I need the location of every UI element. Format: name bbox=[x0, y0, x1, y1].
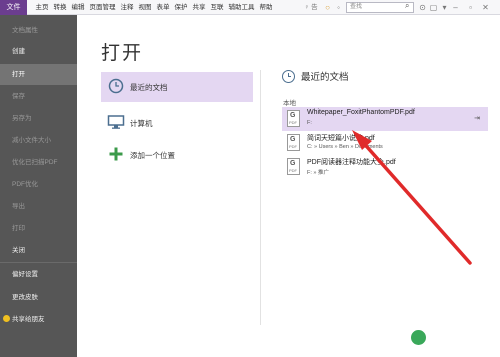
sidebar-item-export[interactable]: 导出 bbox=[0, 196, 77, 217]
sidebar-item-preferences[interactable]: 偏好设置 bbox=[0, 264, 77, 285]
panel-divider bbox=[260, 70, 261, 325]
menu-comment[interactable]: 注释 bbox=[118, 0, 136, 15]
backstage-sidebar: 文档属性 创建 打开 保存 另存为 减小文件大小 优化已扫描PDF PDF优化 … bbox=[0, 15, 77, 357]
clock-icon bbox=[282, 69, 295, 83]
bulb-icon[interactable]: ○ bbox=[323, 3, 332, 12]
watermark: 神奇下载 bbox=[411, 330, 462, 345]
menu-organize[interactable]: 页面管理 bbox=[87, 0, 118, 15]
place-label: 最近的文档 bbox=[130, 82, 168, 92]
page-title: 打开 bbox=[101, 43, 144, 64]
share-icon bbox=[3, 315, 10, 322]
menu-bar: 文件 主页 转换 编辑 页面管理 注释 视图 表单 保护 共享 互联 辅助工具 … bbox=[0, 0, 500, 15]
menu-edit[interactable]: 编辑 bbox=[69, 0, 87, 15]
menu-protect[interactable]: 保护 bbox=[172, 0, 190, 15]
sidebar-item-print[interactable]: 打印 bbox=[0, 218, 77, 239]
pdf-file-icon: G PDF bbox=[287, 110, 300, 127]
settings-icon[interactable]: ⊙ bbox=[418, 3, 427, 12]
sidebar-divider bbox=[0, 262, 77, 263]
sidebar-item-close[interactable]: 关闭 bbox=[0, 240, 77, 261]
file-name: PDF阅读器注释功能大全.pdf bbox=[307, 159, 396, 166]
expand-icon[interactable]: ▢ bbox=[429, 3, 438, 12]
section-label-local: 本地 bbox=[283, 100, 296, 107]
file-name: 简词天短篇小说选.pdf bbox=[307, 135, 375, 142]
place-recent-documents[interactable]: 最近的文档 bbox=[101, 72, 253, 102]
sidebar-item-create[interactable]: 创建 bbox=[0, 41, 77, 62]
menu-home[interactable]: 主页 bbox=[33, 0, 51, 15]
file-name: Whitepaper_FoxitPhantomPDF.pdf bbox=[307, 109, 415, 116]
pin-icon[interactable]: ⇥ bbox=[474, 114, 480, 122]
restore-icon[interactable]: ▫ bbox=[466, 3, 475, 12]
recent-header: 最近的文档 bbox=[282, 69, 349, 83]
menu-view[interactable]: 视图 bbox=[136, 0, 154, 15]
computer-icon bbox=[107, 114, 125, 132]
sidebar-item-change-skin[interactable]: 更改皮肤 bbox=[0, 287, 77, 308]
sidebar-item-properties[interactable]: 文档属性 bbox=[0, 20, 77, 41]
menu-convert[interactable]: 转换 bbox=[51, 0, 69, 15]
place-label: 添加一个位置 bbox=[130, 150, 175, 160]
tell-me-icon[interactable]: ♀ 告 bbox=[300, 3, 322, 12]
menu-help[interactable]: 帮助 bbox=[257, 0, 275, 15]
search-icon[interactable]: ⌕ bbox=[405, 1, 414, 11]
recent-file-row[interactable]: G PDF Whitepaper_FoxitPhantomPDF.pdf F: ⇥ bbox=[282, 107, 488, 131]
user-icon[interactable]: ◦ bbox=[334, 3, 343, 12]
pdf-file-icon: G PDF bbox=[287, 134, 300, 151]
place-computer[interactable]: 计算机 bbox=[101, 108, 253, 138]
sidebar-item-share-friends[interactable]: 共享给朋友 bbox=[0, 309, 77, 330]
pdf-file-icon: G PDF bbox=[287, 158, 300, 175]
menu-share[interactable]: 共享 bbox=[190, 0, 208, 15]
sidebar-item-optimize-scanned[interactable]: 优化已扫描PDF bbox=[0, 152, 77, 173]
place-label: 计算机 bbox=[130, 118, 153, 128]
menu-accessibility[interactable]: 辅助工具 bbox=[226, 0, 257, 15]
clock-icon bbox=[107, 78, 125, 96]
place-add-location[interactable]: 添加一个位置 bbox=[101, 140, 253, 170]
close-icon[interactable]: ✕ bbox=[481, 3, 490, 12]
sidebar-item-label: 共享给朋友 bbox=[12, 316, 45, 323]
sidebar-item-reduce-size[interactable]: 减小文件大小 bbox=[0, 130, 77, 151]
sidebar-item-pdf-optimize[interactable]: PDF优化 bbox=[0, 174, 77, 195]
file-tab[interactable]: 文件 bbox=[0, 0, 27, 15]
sidebar-item-save[interactable]: 保存 bbox=[0, 86, 77, 107]
file-path: C: » Users » Ben » Documents bbox=[307, 144, 383, 150]
file-path: F: » 推广 bbox=[307, 170, 330, 176]
search-input[interactable]: 查找 bbox=[346, 2, 414, 13]
watermark-text: 神奇下载 bbox=[430, 333, 462, 342]
file-path: F: bbox=[307, 120, 312, 126]
watermark-logo-icon bbox=[411, 330, 426, 345]
recent-title: 最近的文档 bbox=[301, 72, 349, 83]
sidebar-item-save-as[interactable]: 另存为 bbox=[0, 108, 77, 129]
minimize-icon[interactable]: – bbox=[451, 3, 460, 12]
recent-file-row[interactable]: G PDF 简词天短篇小说选.pdf C: » Users » Ben » Doc… bbox=[282, 131, 488, 155]
menu-items: 主页 转换 编辑 页面管理 注释 视图 表单 保护 共享 互联 辅助工具 帮助 bbox=[33, 0, 275, 15]
dropdown-icon[interactable]: ▾ bbox=[440, 3, 449, 12]
recent-file-row[interactable]: G PDF PDF阅读器注释功能大全.pdf F: » 推广 bbox=[282, 155, 488, 179]
plus-icon bbox=[107, 146, 125, 164]
menu-connect[interactable]: 互联 bbox=[208, 0, 226, 15]
sidebar-item-open[interactable]: 打开 bbox=[0, 64, 77, 85]
menu-form[interactable]: 表单 bbox=[154, 0, 172, 15]
